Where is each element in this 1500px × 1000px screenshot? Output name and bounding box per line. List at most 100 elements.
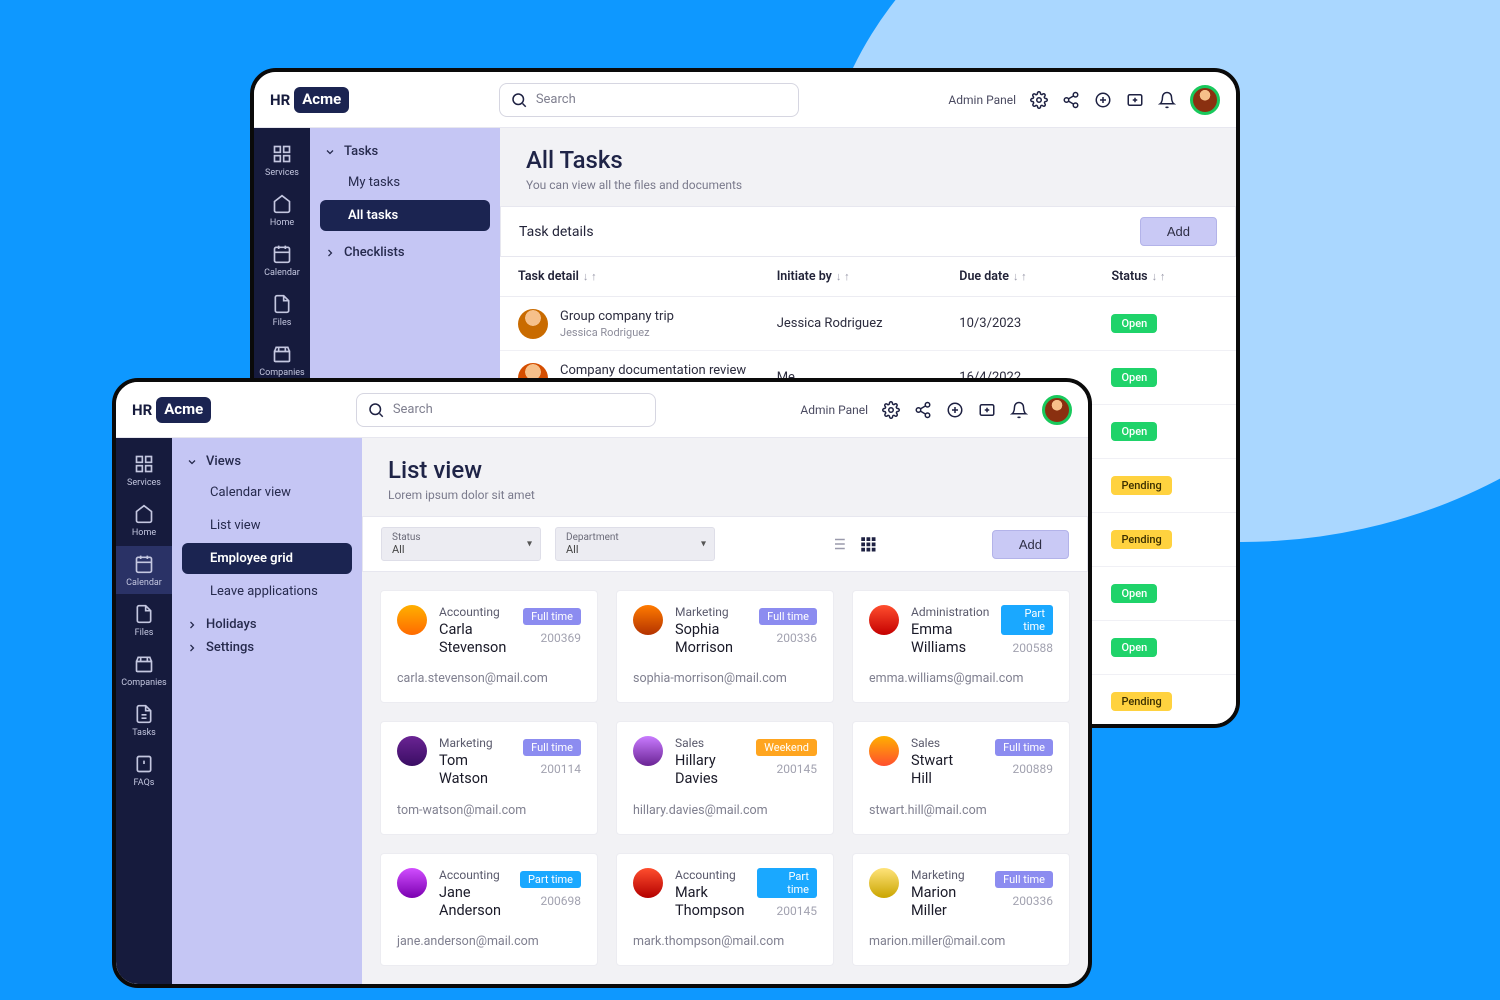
subnav-item-employee-grid[interactable]: Employee grid — [182, 543, 352, 574]
rail-item-services[interactable]: Services — [116, 446, 172, 494]
rail-item-calendar[interactable]: Calendar — [254, 236, 310, 284]
share-icon[interactable] — [914, 401, 932, 419]
user-avatar[interactable] — [1190, 85, 1220, 115]
caret-down-icon: ▾ — [701, 539, 706, 550]
top-bar: HR Acme Search Admin Panel — [254, 72, 1236, 128]
home-icon — [272, 194, 292, 214]
task-title: Company documentation review — [560, 363, 746, 378]
rail-item-calendar[interactable]: Calendar — [116, 546, 172, 594]
admin-panel-link[interactable]: Admin Panel — [948, 93, 1016, 107]
files-icon — [272, 294, 292, 314]
views-subnav: Views Calendar view List view Employee g… — [172, 438, 362, 984]
grid-view-icon[interactable] — [859, 535, 877, 553]
rail-item-files[interactable]: Files — [116, 596, 172, 644]
employee-email: jane.anderson@mail.com — [397, 934, 581, 949]
admin-panel-link[interactable]: Admin Panel — [800, 403, 868, 417]
employee-id: 200698 — [520, 894, 581, 908]
rail-item-faqs[interactable]: FAQs — [116, 746, 172, 794]
employee-department: Marketing — [675, 605, 733, 619]
employee-avatar — [397, 605, 427, 635]
brand-pill: Acme — [294, 87, 349, 113]
search-input[interactable]: Search — [356, 393, 656, 427]
employee-email: hillary.davies@mail.com — [633, 803, 817, 818]
employee-name: MarkThompson — [675, 884, 745, 920]
task-owner: Jessica Rodriguez — [777, 316, 960, 331]
page-title: All Tasks — [526, 146, 1210, 174]
employee-card[interactable]: Accounting MarkThompson Part time 200145… — [616, 853, 834, 966]
rail-item-tasks[interactable]: Tasks — [116, 696, 172, 744]
employee-card[interactable]: Marketing MarionMiller Full time 200336 … — [852, 853, 1070, 966]
list-view-icon[interactable] — [829, 535, 847, 553]
subnav-section-holidays[interactable]: Holidays — [186, 617, 352, 632]
status-badge: Open — [1111, 368, 1157, 387]
employment-type-badge: Full time — [523, 608, 581, 625]
table-header: Task detail↓ ↑ Initiate by↓ ↑ Due date↓ … — [500, 257, 1236, 297]
employee-avatar — [633, 736, 663, 766]
add-button[interactable]: Add — [992, 530, 1069, 559]
subnav-section-checklists[interactable]: Checklists — [324, 245, 490, 260]
plus-circle-icon[interactable] — [1094, 91, 1112, 109]
subnav-item-leave-applications[interactable]: Leave applications — [182, 576, 352, 607]
rail-nav: ServicesHomeCalendarFilesCompaniesTasksF… — [116, 438, 172, 984]
rail-item-home[interactable]: Home — [254, 186, 310, 234]
employee-department: Marketing — [439, 736, 493, 750]
subnav-item-list-view[interactable]: List view — [182, 510, 352, 541]
employee-card[interactable]: Marketing TomWatson Full time 200114 tom… — [380, 721, 598, 834]
employee-card[interactable]: Sales StwartHill Full time 200889 stwart… — [852, 721, 1070, 834]
employee-email: stwart.hill@mail.com — [869, 803, 1053, 818]
rail-item-companies[interactable]: Companies — [254, 336, 310, 384]
status-badge: Open — [1111, 314, 1157, 333]
subnav-item-calendar-view[interactable]: Calendar view — [182, 477, 352, 508]
employee-name: TomWatson — [439, 752, 493, 788]
rail-item-services[interactable]: Services — [254, 136, 310, 184]
subnav-section-views[interactable]: Views — [186, 454, 352, 469]
employment-type-badge: Part time — [520, 871, 581, 888]
subnav-item-my-tasks[interactable]: My tasks — [320, 167, 490, 198]
add-button[interactable]: Add — [1140, 217, 1217, 246]
brand-pill: Acme — [156, 397, 211, 423]
employee-card[interactable]: Accounting CarlaStevenson Full time 2003… — [380, 590, 598, 703]
rail-item-home[interactable]: Home — [116, 496, 172, 544]
announce-icon[interactable] — [978, 401, 996, 419]
filter-status[interactable]: Status All ▾ — [381, 527, 541, 561]
status-badge: Open — [1111, 584, 1157, 603]
employee-card[interactable]: Marketing SophiaMorrison Full time 20033… — [616, 590, 834, 703]
search-placeholder: Search — [536, 92, 576, 107]
companies-icon — [272, 344, 292, 364]
announce-icon[interactable] — [1126, 91, 1144, 109]
rail-item-companies[interactable]: Companies — [116, 646, 172, 694]
page-subtitle: Lorem ipsum dolor sit amet — [388, 488, 1062, 502]
top-bar: HR Acme Search Admin Panel — [116, 382, 1088, 438]
toolbar-title: Task details — [519, 224, 594, 240]
calendar-icon — [272, 244, 292, 264]
employee-card[interactable]: Accounting JaneAnderson Part time 200698… — [380, 853, 598, 966]
subnav-section-settings[interactable]: Settings — [186, 640, 352, 655]
services-icon — [134, 454, 154, 474]
employee-avatar — [397, 736, 427, 766]
employment-type-badge: Part time — [1001, 605, 1053, 635]
subnav-section-tasks[interactable]: Tasks — [324, 144, 490, 159]
task-due: 10/3/2023 — [959, 316, 1111, 331]
filter-department[interactable]: Department All ▾ — [555, 527, 715, 561]
caret-down-icon: ▾ — [527, 539, 532, 550]
employee-name: MarionMiller — [911, 884, 965, 920]
table-row[interactable]: Group company trip Jessica Rodriguez Jes… — [500, 297, 1236, 351]
gear-icon[interactable] — [882, 401, 900, 419]
bell-icon[interactable] — [1158, 91, 1176, 109]
status-badge: Pending — [1111, 530, 1171, 549]
gear-icon[interactable] — [1030, 91, 1048, 109]
employee-card[interactable]: Administration EmmaWilliams Part time 20… — [852, 590, 1070, 703]
plus-circle-icon[interactable] — [946, 401, 964, 419]
search-input[interactable]: Search — [499, 83, 799, 117]
rail-item-files[interactable]: Files — [254, 286, 310, 334]
employee-department: Marketing — [911, 868, 965, 882]
user-avatar[interactable] — [1042, 395, 1072, 425]
bell-icon[interactable] — [1010, 401, 1028, 419]
employee-id: 200369 — [523, 631, 581, 645]
calendar-icon — [134, 554, 154, 574]
employment-type-badge: Full time — [995, 739, 1053, 756]
employee-avatar — [397, 868, 427, 898]
employee-card[interactable]: Sales HillaryDavies Weekend 200145 hilla… — [616, 721, 834, 834]
share-icon[interactable] — [1062, 91, 1080, 109]
subnav-item-all-tasks[interactable]: All tasks — [320, 200, 490, 231]
